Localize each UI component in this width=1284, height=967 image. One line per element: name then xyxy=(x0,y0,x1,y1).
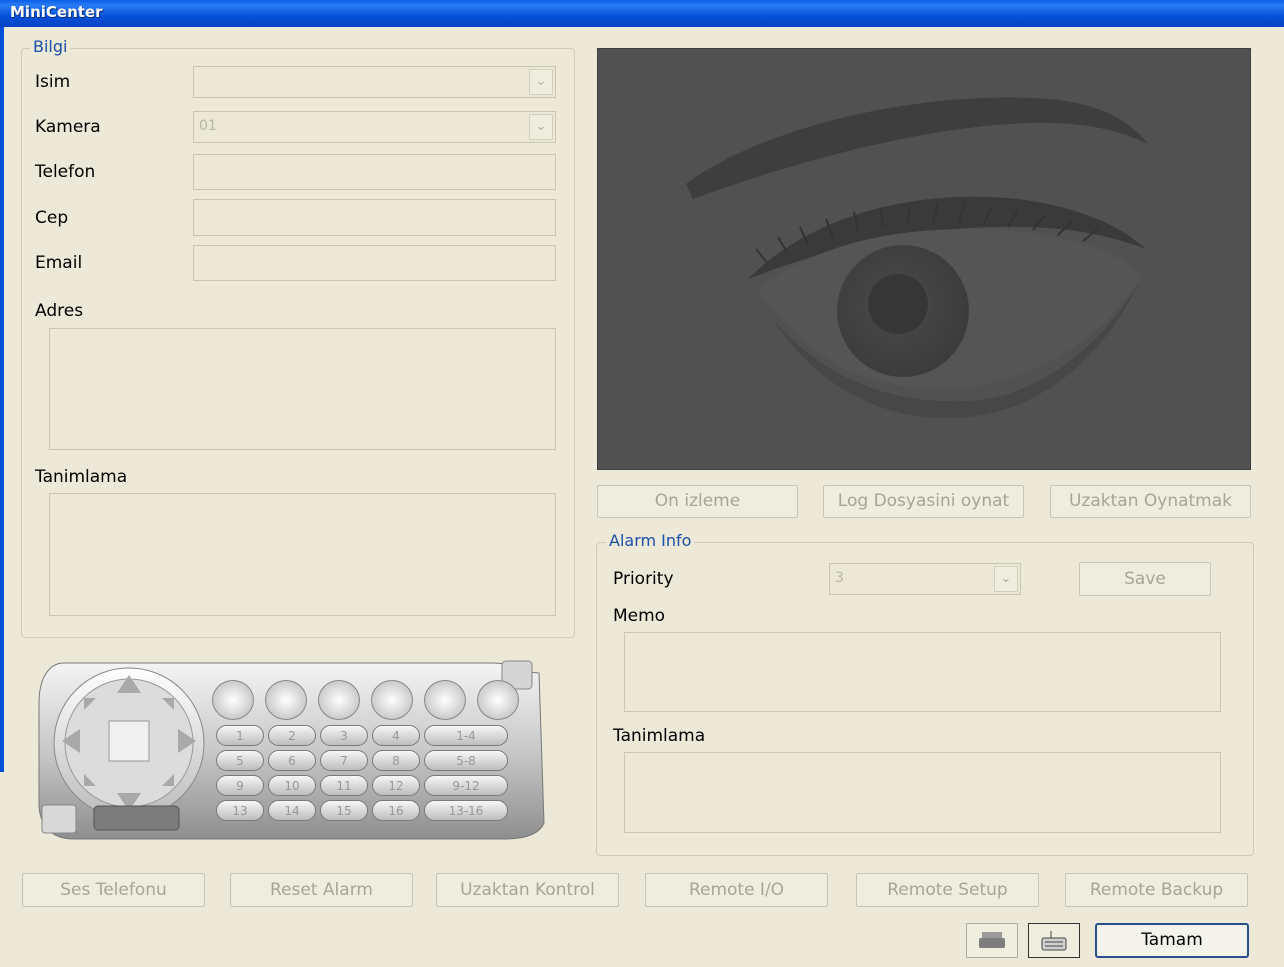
ptz-preset-8-button[interactable]: 7 xyxy=(320,750,368,771)
ptz-preset-1-button[interactable]: 1 xyxy=(216,725,264,746)
memo-textarea[interactable] xyxy=(624,632,1221,712)
chevron-down-icon: ⌄ xyxy=(535,74,547,89)
ptz-preset-6-button[interactable]: 5 xyxy=(216,750,264,771)
chevron-down-icon: ⌄ xyxy=(535,119,547,134)
print-button[interactable] xyxy=(966,923,1018,958)
alarm-tanimlama-label: Tanimlama xyxy=(613,726,706,746)
ptz-preset-7-button[interactable]: 6 xyxy=(268,750,316,771)
remote-play-button[interactable]: Uzaktan Oynatmak xyxy=(1050,485,1251,518)
remote-io-button[interactable]: Remote I/O xyxy=(645,873,828,907)
window-border xyxy=(0,27,4,772)
memo-label: Memo xyxy=(613,606,666,626)
ptz-preset-14-button[interactable]: 12 xyxy=(372,775,420,796)
tamam-button[interactable]: Tamam xyxy=(1095,923,1249,958)
ptz-preset-19-button[interactable]: 16 xyxy=(372,800,420,821)
ptz-preset-11-button[interactable]: 9 xyxy=(216,775,264,796)
zoom-in-icon[interactable] xyxy=(212,680,254,720)
video-view[interactable] xyxy=(597,48,1251,470)
alarm-tanimlama-textarea[interactable] xyxy=(624,752,1221,833)
tanimlama-label: Tanimlama xyxy=(35,467,128,487)
remote-setup-label: Remote Setup xyxy=(887,880,1008,900)
telefon-label: Telefon xyxy=(35,162,96,182)
cep-field[interactable] xyxy=(193,199,556,236)
cep-label: Cep xyxy=(35,208,69,228)
ptz-function-buttons xyxy=(212,680,522,720)
save-button[interactable]: Save xyxy=(1079,562,1211,596)
priority-dropdown-button[interactable]: ⌄ xyxy=(994,566,1018,592)
chevron-down-icon: ⌄ xyxy=(1000,571,1012,586)
ptz-preset-15-button[interactable]: 9-12 xyxy=(424,775,508,796)
ptz-preset-2-button[interactable]: 2 xyxy=(268,725,316,746)
ptz-preset-4-button[interactable]: 4 xyxy=(372,725,420,746)
reset-alarm-button[interactable]: Reset Alarm xyxy=(230,873,413,907)
remote-setup-button[interactable]: Remote Setup xyxy=(856,873,1039,907)
remote-io-label: Remote I/O xyxy=(688,880,785,900)
adres-textarea[interactable] xyxy=(49,328,556,450)
adres-label: Adres xyxy=(35,301,84,321)
remote-backup-button[interactable]: Remote Backup xyxy=(1065,873,1248,907)
telefon-field[interactable] xyxy=(193,154,556,190)
kamera-label: Kamera xyxy=(35,117,101,137)
ptz-preset-9-button[interactable]: 8 xyxy=(372,750,420,771)
save-button-label: Save xyxy=(1124,569,1166,589)
wiper-icon[interactable] xyxy=(477,680,519,720)
ptz-preset-13-button[interactable]: 11 xyxy=(320,775,368,796)
kamera-value: 01 xyxy=(199,118,217,134)
kamera-combo[interactable]: 01 ⌄ xyxy=(193,111,556,143)
ptz-preset-10-button[interactable]: 5-8 xyxy=(424,750,508,771)
ptz-preset-16-button[interactable]: 13 xyxy=(216,800,264,821)
uzaktan-kontrol-label: Uzaktan Kontrol xyxy=(460,880,595,900)
priority-value: 3 xyxy=(835,570,844,586)
isim-combo[interactable]: ⌄ xyxy=(193,66,556,98)
tanimlama-textarea[interactable] xyxy=(49,493,556,616)
bilgi-legend: Bilgi xyxy=(30,37,71,56)
iris-icon[interactable] xyxy=(424,680,466,720)
ses-telefonu-label: Ses Telefonu xyxy=(60,880,167,900)
tamam-label: Tamam xyxy=(1141,930,1203,950)
alarm-info-legend: Alarm Info xyxy=(606,531,695,550)
window-title: MiniCenter xyxy=(10,3,103,21)
ptz-preset-17-button[interactable]: 14 xyxy=(268,800,316,821)
ptz-preset-20-button[interactable]: 13-16 xyxy=(424,800,508,821)
print-icon xyxy=(979,932,1005,948)
ptz-preset-5-button[interactable]: 1-4 xyxy=(424,725,508,746)
title-bar[interactable]: MiniCenter xyxy=(0,0,1284,27)
ses-telefonu-button[interactable]: Ses Telefonu xyxy=(22,873,205,907)
ptz-preset-12-button[interactable]: 10 xyxy=(268,775,316,796)
eye-placeholder-image xyxy=(686,97,1148,419)
focus-near-icon[interactable] xyxy=(318,680,360,720)
minicenter-window: MiniCenter Bilgi Isim ⌄ Kamera 01 ⌄ Tele… xyxy=(0,0,1284,967)
remote-play-button-label: Uzaktan Oynatmak xyxy=(1068,491,1232,511)
email-label: Email xyxy=(35,253,83,273)
ptz-control-panel: 1 2 3 4 1-4 5 6 7 8 5-8 9 10 11 12 9-12 13 14 15 16 13-16 xyxy=(34,653,549,841)
ptz-preset-grid: 1 2 3 4 1-4 5 6 7 8 5-8 9 10 11 12 9-12 13 14 15 16 13-16 xyxy=(216,725,516,830)
log-play-button[interactable]: Log Dosyasini oynat xyxy=(823,485,1024,518)
zoom-out-icon[interactable] xyxy=(265,680,307,720)
ptz-preset-3-button[interactable]: 3 xyxy=(320,725,368,746)
preview-button-label: On izleme xyxy=(654,491,741,511)
email-field[interactable] xyxy=(193,245,556,281)
focus-far-icon[interactable] xyxy=(371,680,413,720)
preview-button[interactable]: On izleme xyxy=(597,485,798,518)
ptz-preset-18-button[interactable]: 15 xyxy=(320,800,368,821)
priority-combo[interactable]: 3 ⌄ xyxy=(829,563,1021,595)
isim-label: Isim xyxy=(35,72,71,92)
keyboard-icon xyxy=(1041,931,1067,951)
reset-alarm-label: Reset Alarm xyxy=(270,880,373,900)
log-play-button-label: Log Dosyasini oynat xyxy=(837,491,1010,511)
isim-dropdown-button[interactable]: ⌄ xyxy=(529,69,553,95)
priority-label: Priority xyxy=(613,569,674,589)
uzaktan-kontrol-button[interactable]: Uzaktan Kontrol xyxy=(436,873,619,907)
kamera-dropdown-button[interactable]: ⌄ xyxy=(529,114,553,140)
keyboard-button[interactable] xyxy=(1028,923,1080,958)
remote-backup-label: Remote Backup xyxy=(1089,880,1224,900)
